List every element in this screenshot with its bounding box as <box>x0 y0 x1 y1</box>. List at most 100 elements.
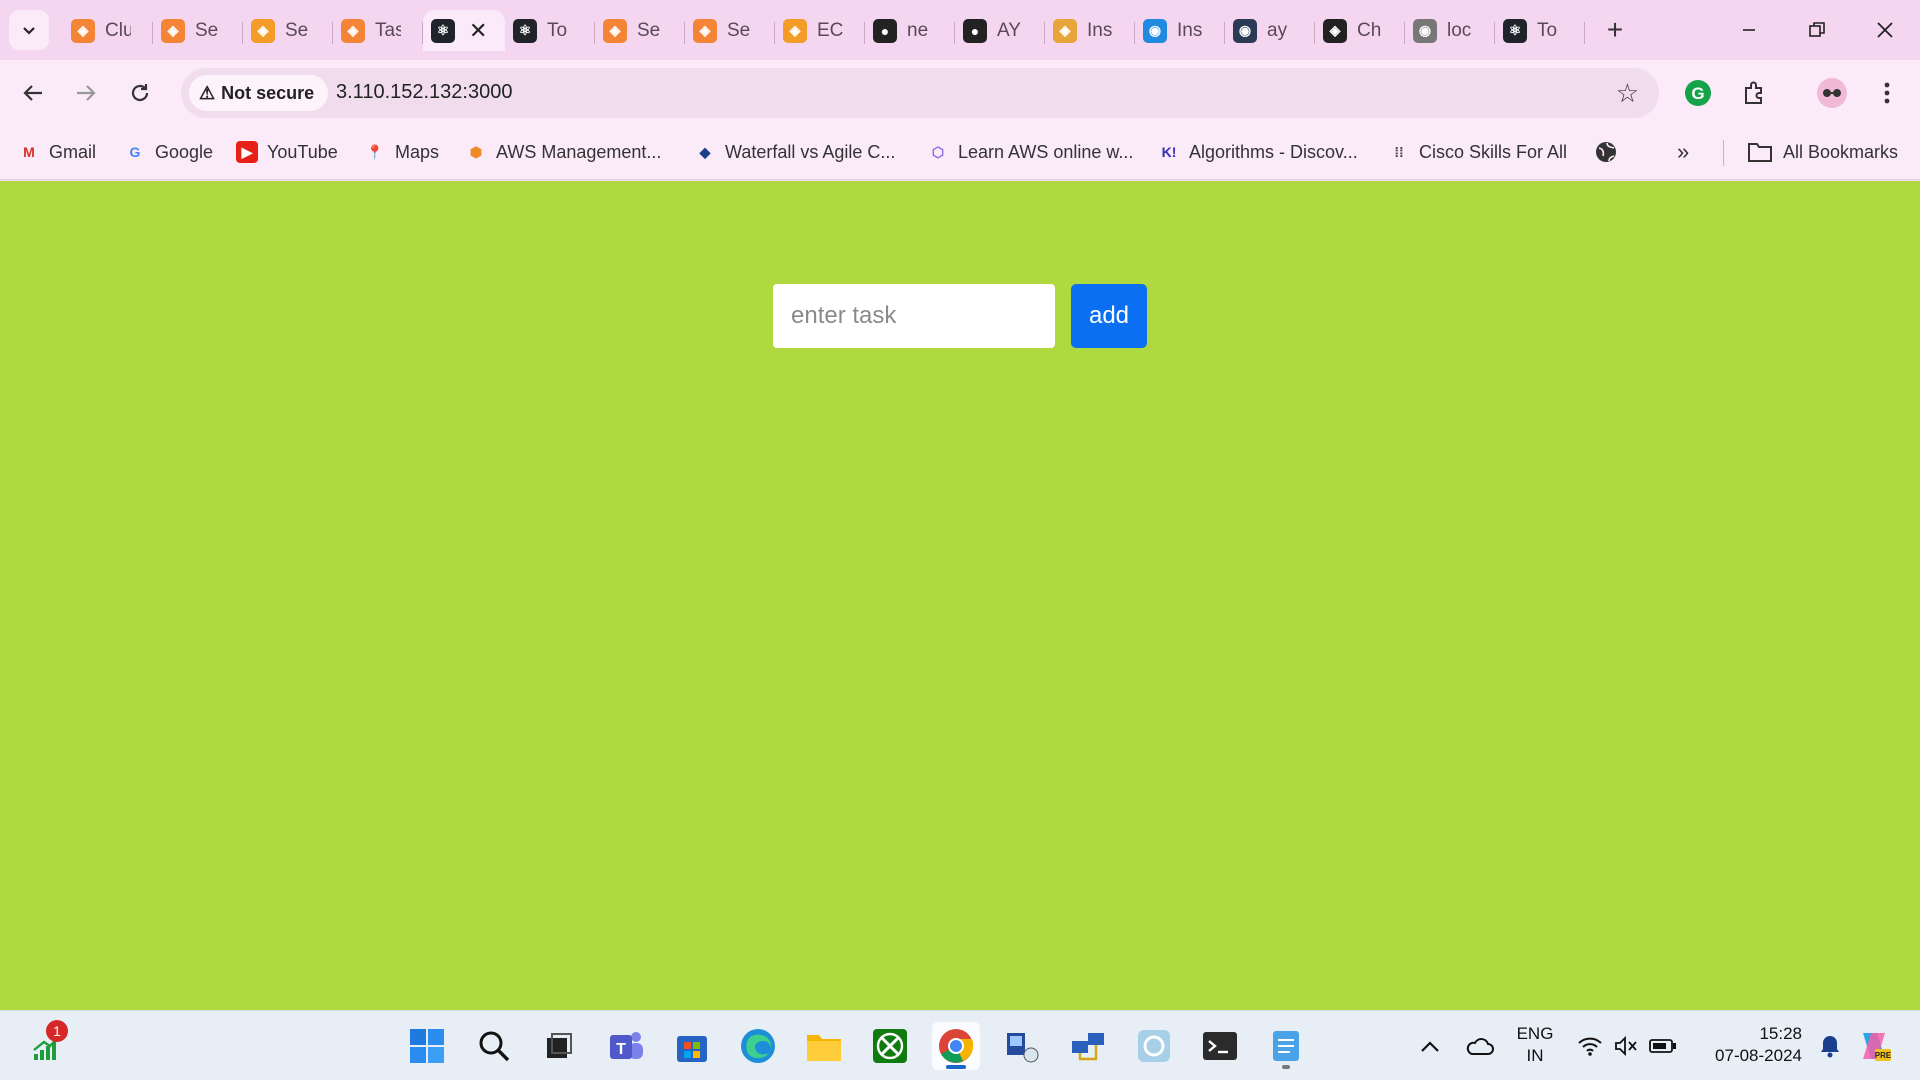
tab[interactable]: ◈ Ins <box>1045 10 1135 51</box>
tab-title: Clu <box>105 19 131 41</box>
widgets-button[interactable]: 1 <box>24 1020 72 1070</box>
tab-title: Tas <box>375 19 401 41</box>
start-button[interactable] <box>403 1022 451 1070</box>
tab[interactable]: ◈ Clu <box>63 10 153 51</box>
maps-icon: 📍 <box>366 143 384 160</box>
bookmark-label: AWS Management... <box>496 141 662 162</box>
remote-desktop-app[interactable] <box>1064 1022 1112 1070</box>
site-info-chip[interactable]: ⚠ Not secure <box>189 75 329 111</box>
bell-icon <box>1821 1036 1839 1058</box>
network-tool-app[interactable] <box>998 1022 1046 1070</box>
bookmark-cisco-skills-for-all[interactable]: ⁞⁞ Cisco Skills For All <box>1388 137 1567 167</box>
copilot-button[interactable]: PRE <box>1850 1022 1898 1070</box>
quick-settings-button[interactable] <box>1572 1022 1682 1070</box>
clock[interactable]: 15:28 07-08-2024 <box>1692 1023 1802 1067</box>
aws-cube-icon: ◈ <box>783 18 807 43</box>
teams-icon: T <box>610 1032 643 1059</box>
tab[interactable]: ● ne <box>865 10 955 51</box>
tab[interactable]: ◈ Se <box>243 10 333 51</box>
minimize-button[interactable] <box>1727 8 1771 52</box>
bookmark-star-icon[interactable]: ☆ <box>1616 78 1639 109</box>
microsoft-store-app[interactable] <box>668 1022 716 1070</box>
menu-kebab-icon[interactable] <box>1868 74 1906 112</box>
bookmark-maps[interactable]: 📍 Maps <box>364 137 439 167</box>
tab[interactable]: ◉ ay <box>1225 10 1315 51</box>
task-view-button[interactable] <box>535 1022 583 1070</box>
profile-avatar-icon[interactable] <box>1813 74 1851 112</box>
add-task-button[interactable]: add <box>1071 284 1147 348</box>
openai-icon: ◈ <box>1323 18 1347 43</box>
task-input[interactable] <box>773 284 1055 348</box>
address-bar[interactable]: ⚠ Not secure 3.110.152.132:3000 ☆ <box>181 68 1659 118</box>
close-tab-icon[interactable]: ✕ <box>469 18 487 44</box>
task-view-icon <box>547 1033 572 1058</box>
github-icon: ● <box>963 18 987 43</box>
file-explorer-app[interactable] <box>800 1022 848 1070</box>
notepad-icon <box>1273 1031 1299 1061</box>
forward-button[interactable] <box>64 71 108 115</box>
restore-button[interactable] <box>1795 8 1839 52</box>
google-icon: G <box>129 144 141 160</box>
bookmark-youtube[interactable]: ▶ YouTube <box>236 137 338 167</box>
bookmark-label: Learn AWS online w... <box>958 141 1134 162</box>
xbox-app[interactable] <box>866 1022 914 1070</box>
reload-button[interactable] <box>118 71 162 115</box>
photos-app[interactable] <box>1130 1022 1178 1070</box>
edge-app[interactable] <box>734 1022 782 1070</box>
tab[interactable]: ● AY <box>955 10 1045 51</box>
bookmark-label: YouTube <box>267 141 338 162</box>
tab[interactable]: ◈ Tas <box>333 10 423 51</box>
grammarly-extension-icon[interactable]: G <box>1679 74 1717 112</box>
windows-taskbar: 1 T ENG IN 15:28 07-08-2024 PRE <box>0 1010 1920 1080</box>
tab[interactable]: ◈ Se <box>595 10 685 51</box>
language-code: ENG <box>1516 1024 1554 1043</box>
onedrive-button[interactable] <box>1455 1022 1503 1070</box>
tab-search-button[interactable] <box>9 10 49 50</box>
terminal-app[interactable] <box>1196 1022 1244 1070</box>
tab-title: Se <box>285 19 309 41</box>
new-tab-button[interactable]: + <box>1597 12 1633 48</box>
notepad-app[interactable] <box>1262 1022 1310 1070</box>
tab[interactable]: ⚛ To <box>505 10 595 51</box>
extensions-puzzle-icon[interactable] <box>1735 74 1773 112</box>
svg-text:G: G <box>1691 84 1704 103</box>
back-button[interactable] <box>11 71 55 115</box>
bookmark-gmail[interactable]: M Gmail <box>18 137 96 167</box>
tab[interactable]: ◉ loc <box>1405 10 1495 51</box>
close-window-button[interactable] <box>1863 8 1907 52</box>
language-indicator[interactable]: ENG IN <box>1512 1023 1558 1067</box>
notifications-button[interactable] <box>1806 1022 1854 1070</box>
globe-dark-icon: ◉ <box>1233 18 1257 43</box>
arrow-left-icon <box>23 85 42 101</box>
bookmark-algorithms-discov[interactable]: K! Algorithms - Discov... <box>1158 137 1358 167</box>
tab-title: Ins <box>1177 19 1203 41</box>
bookmark-google[interactable]: G Google <box>124 137 214 167</box>
tab[interactable]: ⚛ To <box>1495 10 1585 51</box>
chrome-app[interactable] <box>932 1022 980 1070</box>
globe-icon <box>1596 142 1616 162</box>
tab-active[interactable]: ⚛ ✕ <box>423 10 505 51</box>
url-text[interactable]: 3.110.152.132:3000 <box>336 81 512 104</box>
tab[interactable]: ◉ Ins <box>1135 10 1225 51</box>
chrome-icon <box>939 1029 974 1063</box>
teams-app[interactable]: T <box>602 1022 650 1070</box>
search-button[interactable] <box>470 1022 518 1070</box>
tab[interactable]: ◈ Se <box>685 10 775 51</box>
bookmark-waterfall-vs-agile-c[interactable]: ◆ Waterfall vs Agile C... <box>694 137 896 167</box>
tab[interactable]: ◈ EC <box>775 10 865 51</box>
tab-title: Se <box>195 19 219 41</box>
store-icon <box>677 1036 707 1062</box>
bookmark-learn-aws-online-w[interactable]: ⬡ Learn AWS online w... <box>927 137 1134 167</box>
tab[interactable]: ◈ Ch <box>1315 10 1405 51</box>
photos-icon <box>1138 1030 1170 1062</box>
globe-bookmark[interactable] <box>1595 137 1617 167</box>
more-bookmarks-button[interactable]: » <box>1677 137 1689 167</box>
cloud-icon <box>1466 1038 1494 1055</box>
aws-orange-icon: ◈ <box>341 18 365 43</box>
tab[interactable]: ◈ Se <box>153 10 243 51</box>
bookmark-label: Google <box>155 141 214 162</box>
bookmark-aws-management[interactable]: ⬢ AWS Management... <box>465 137 662 167</box>
aws-orange-icon: ◈ <box>603 18 627 43</box>
show-hidden-icons-button[interactable] <box>1406 1022 1454 1070</box>
all-bookmarks-button[interactable]: All Bookmarks <box>1747 137 1898 167</box>
